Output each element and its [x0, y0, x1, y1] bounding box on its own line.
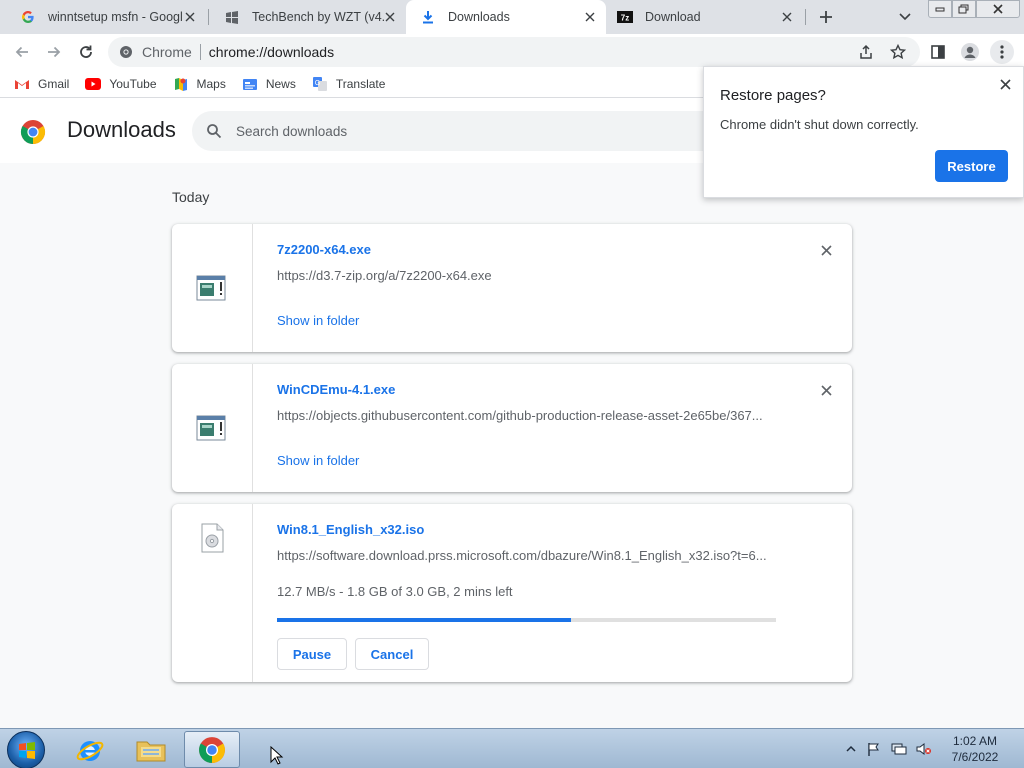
bookmark-news[interactable]: News: [242, 76, 296, 92]
cancel-button[interactable]: Cancel: [355, 638, 429, 670]
bookmark-label: Maps: [196, 76, 226, 91]
restore-button[interactable]: Restore: [935, 150, 1008, 182]
bookmark-star-icon[interactable]: [886, 40, 910, 64]
chrome-icon: [199, 736, 225, 763]
minimize-button[interactable]: [928, 0, 952, 18]
remove-close-icon[interactable]: [818, 382, 834, 398]
file-url[interactable]: https://d3.7-zip.org/a/7z2200-x64.exe: [277, 268, 777, 283]
forward-button[interactable]: [42, 40, 66, 64]
disc-image-file-icon: [201, 523, 224, 553]
dialog-message: Chrome didn't shut down correctly.: [720, 117, 919, 132]
address-url[interactable]: chrome://downloads: [209, 44, 334, 60]
close-icon[interactable]: [182, 9, 198, 25]
svg-text:G: G: [315, 80, 320, 87]
chrome-logo-icon: [20, 120, 46, 144]
show-in-folder-link[interactable]: Show in folder: [277, 313, 359, 328]
executable-file-icon: [196, 275, 226, 301]
taskbar-file-explorer[interactable]: [123, 731, 179, 768]
download-item: 7z2200-x64.exe https://d3.7-zip.org/a/7z…: [172, 224, 852, 352]
close-icon[interactable]: [582, 9, 598, 25]
bookmark-youtube[interactable]: YouTube: [85, 76, 157, 92]
download-icon: [420, 9, 436, 25]
chrome-icon: [118, 44, 134, 60]
tab-strip: winntsetup msfn - Google Search TechBenc…: [0, 0, 1024, 34]
tab-google-search[interactable]: winntsetup msfn - Google Search: [6, 0, 206, 34]
bookmark-translate[interactable]: G Translate: [312, 76, 386, 92]
executable-file-icon: [196, 415, 226, 441]
bookmark-label: YouTube: [109, 76, 157, 91]
clock-time: 1:02 AM: [952, 734, 998, 748]
network-icon[interactable]: [891, 741, 907, 757]
clock-date: 7/6/2022: [951, 750, 999, 764]
tab-title: TechBench by WZT (v4.1.1): [252, 10, 387, 24]
page-title: Downloads: [67, 117, 176, 142]
internet-explorer-icon: [76, 740, 104, 761]
gmail-icon: [14, 76, 30, 92]
dialog-title: Restore pages?: [720, 87, 826, 104]
side-panel-icon[interactable]: [926, 40, 950, 64]
show-in-folder-link[interactable]: Show in folder: [277, 453, 359, 468]
taskbar-internet-explorer[interactable]: [62, 731, 118, 768]
back-button[interactable]: [10, 40, 34, 64]
restore-window-button[interactable]: [952, 0, 976, 18]
windows-logo-icon: [19, 742, 35, 759]
tab-7zip-download[interactable]: 7z Download: [603, 0, 803, 34]
address-bar[interactable]: Chrome chrome://downloads: [108, 37, 920, 67]
tab-techbench[interactable]: TechBench by WZT (v4.1.1): [210, 0, 406, 34]
start-button[interactable]: [7, 731, 45, 768]
close-icon[interactable]: [779, 9, 795, 25]
file-url[interactable]: https://software.download.prss.microsoft…: [277, 548, 777, 563]
file-url[interactable]: https://objects.githubusercontent.com/gi…: [277, 408, 777, 423]
restore-pages-dialog: Restore pages? Chrome didn't shut down c…: [703, 66, 1024, 198]
mouse-cursor-icon: [270, 746, 284, 765]
progress-fill: [277, 618, 572, 622]
show-hidden-icons-chevron-icon[interactable]: [843, 741, 859, 757]
youtube-icon: [85, 76, 102, 92]
download-item-in-progress: Win8.1_English_x32.iso https://software.…: [172, 504, 852, 682]
7zip-icon: 7z: [617, 9, 633, 25]
menu-kebab-icon[interactable]: [990, 40, 1014, 64]
reload-button[interactable]: [74, 40, 98, 64]
taskbar: 1:02 AM 7/6/2022: [0, 728, 1024, 768]
google-icon: [20, 9, 36, 25]
file-name-link[interactable]: Win8.1_English_x32.iso: [277, 522, 424, 537]
bookmark-label: News: [265, 76, 296, 91]
bookmark-gmail[interactable]: Gmail: [14, 76, 69, 92]
new-tab-button[interactable]: [815, 6, 837, 28]
pause-button[interactable]: Pause: [277, 638, 347, 670]
address-chip-label: Chrome: [142, 44, 192, 60]
folder-icon: [136, 741, 166, 761]
toolbar: Chrome chrome://downloads: [0, 34, 1024, 70]
search-icon: [204, 121, 224, 141]
search-input[interactable]: [236, 123, 656, 139]
download-status: 12.7 MB/s - 1.8 GB of 3.0 GB, 2 mins lef…: [277, 584, 513, 599]
profile-avatar-icon[interactable]: [958, 40, 982, 64]
tab-title: winntsetup msfn - Google Search: [48, 10, 183, 24]
file-name-link[interactable]: WinCDEmu-4.1.exe: [277, 382, 395, 397]
volume-muted-icon[interactable]: [916, 741, 932, 757]
tab-downloads[interactable]: Downloads: [406, 0, 606, 34]
tab-search-chevron-icon[interactable]: [895, 7, 915, 27]
news-icon: [242, 76, 258, 92]
bookmark-label: Translate: [335, 76, 386, 91]
close-icon[interactable]: [382, 9, 398, 25]
download-progress-bar: [277, 618, 776, 622]
download-item: WinCDEmu-4.1.exe https://objects.githubu…: [172, 364, 852, 492]
share-icon[interactable]: [854, 40, 878, 64]
file-name-link[interactable]: 7z2200-x64.exe: [277, 242, 371, 257]
system-clock[interactable]: 1:02 AM 7/6/2022: [940, 733, 1010, 765]
techbench-icon: [224, 9, 240, 25]
maps-icon: [173, 76, 189, 92]
close-window-button[interactable]: [976, 0, 1020, 18]
svg-text:7z: 7z: [621, 14, 629, 23]
bookmark-maps[interactable]: Maps: [173, 76, 226, 92]
action-center-flag-icon[interactable]: [866, 741, 882, 757]
remove-close-icon[interactable]: [818, 242, 834, 258]
section-label: Today: [172, 189, 210, 205]
close-icon[interactable]: [997, 76, 1013, 92]
bookmark-label: Gmail: [38, 76, 70, 91]
downloads-list: Today 7z2200-x64.exe https://d3.7-zip.or…: [0, 163, 1024, 728]
translate-icon: G: [312, 76, 328, 92]
taskbar-chrome[interactable]: [184, 731, 240, 768]
